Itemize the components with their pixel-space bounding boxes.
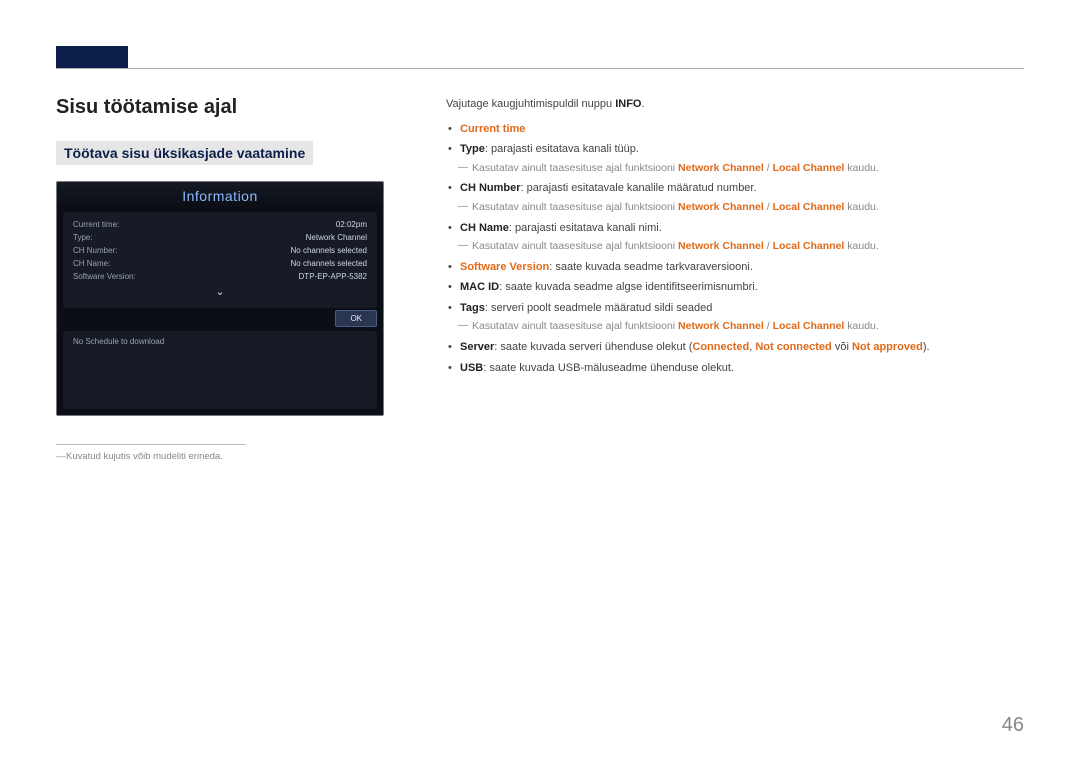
sub-orange: Network Channel: [678, 201, 764, 213]
device-schedule-area: No Schedule to download: [63, 331, 377, 409]
info-value: 02:02pm: [336, 220, 367, 229]
intro-paragraph: Vajutage kaugjuhtimispuldil nuppu INFO.: [446, 96, 1024, 113]
info-label: Software Version:: [73, 272, 136, 281]
device-title: Information: [57, 182, 383, 208]
info-row: CH Number: No channels selected: [73, 244, 367, 257]
intro-post: .: [641, 98, 644, 110]
item-lead: Tags: [460, 302, 485, 314]
footnote-text: Kuvatud kujutis võib mudeliti erineda.: [66, 451, 223, 462]
list-item: Server: saate kuvada serveri ühenduse ol…: [446, 339, 1024, 356]
ok-button[interactable]: OK: [335, 310, 377, 327]
sub-orange: Local Channel: [773, 240, 845, 252]
item-subnote: Kasutatav ainult taasesituse ajal funkts…: [460, 200, 1024, 216]
info-label: CH Name:: [73, 259, 110, 268]
item-lead: Software Version: [460, 261, 549, 273]
item-rest: : parajasti esitatava kanali nimi.: [509, 222, 662, 234]
info-value: Network Channel: [306, 233, 367, 242]
sub-pre: Kasutatav ainult taasesituse ajal funkts…: [472, 162, 678, 174]
footnote: ―Kuvatud kujutis võib mudeliti erineda.: [56, 451, 386, 462]
item-rest: : parajasti esitatava kanali tüüp.: [485, 143, 639, 155]
info-label: Current time:: [73, 220, 119, 229]
sub-orange: Network Channel: [678, 162, 764, 174]
intro-pre: Vajutage kaugjuhtimispuldil nuppu: [446, 98, 615, 110]
item-rest: : saate kuvada seadme tarkvaraversiooni.: [549, 261, 753, 273]
item-subnote: Kasutatav ainult taasesituse ajal funkts…: [460, 239, 1024, 255]
info-row: CH Name: No channels selected: [73, 257, 367, 270]
item-rest: : saate kuvada seadme algse identifitsee…: [499, 281, 758, 293]
decorative-corner-block: [56, 46, 128, 68]
sub-orange: Local Channel: [773, 201, 845, 213]
item-lead: Current time: [460, 123, 525, 135]
sub-post: kaudu.: [844, 201, 878, 213]
info-row: Type: Network Channel: [73, 231, 367, 244]
item-rest-pre: : saate kuvada serveri ühenduse olekut (: [494, 341, 692, 353]
info-value: DTP-EP-APP-5382: [299, 272, 367, 281]
item-subnote: Kasutatav ainult taasesituse ajal funkts…: [460, 319, 1024, 335]
sub-post: kaudu.: [844, 162, 878, 174]
inline-orange: Connected: [692, 341, 749, 353]
list-item: MAC ID: saate kuvada seadme algse identi…: [446, 279, 1024, 296]
sub-orange: Network Channel: [678, 240, 764, 252]
top-horizontal-rule: [56, 68, 1024, 69]
item-rest: : serveri poolt seadmele määratud sildi …: [485, 302, 712, 314]
item-rest: : saate kuvada USB-mäluseadme ühenduse o…: [483, 362, 734, 374]
inline-orange: Not connected: [755, 341, 831, 353]
list-item: Type: parajasti esitatava kanali tüüp. K…: [446, 141, 1024, 176]
list-item: USB: saate kuvada USB-mäluseadme ühendus…: [446, 360, 1024, 377]
item-lead: Server: [460, 341, 494, 353]
sub-pre: Kasutatav ainult taasesituse ajal funkts…: [472, 240, 678, 252]
list-item: CH Name: parajasti esitatava kanali nimi…: [446, 220, 1024, 255]
item-rest-post: ).: [923, 341, 930, 353]
sub-pre: Kasutatav ainult taasesituse ajal funkts…: [472, 320, 678, 332]
item-subnote: Kasutatav ainult taasesituse ajal funkts…: [460, 161, 1024, 177]
page-number: 46: [1002, 714, 1024, 737]
item-lead: CH Number: [460, 182, 521, 194]
item-lead: MAC ID: [460, 281, 499, 293]
section-heading: Töötava sisu üksikasjade vaatamine: [56, 141, 313, 165]
sub-post: kaudu.: [844, 320, 878, 332]
list-item: Tags: serveri poolt seadmele määratud si…: [446, 300, 1024, 335]
feature-list: Current time Type: parajasti esitatava k…: [446, 121, 1024, 377]
sub-post: kaudu.: [844, 240, 878, 252]
list-item: CH Number: parajasti esitatavale kanalil…: [446, 180, 1024, 215]
info-label: Type:: [73, 233, 93, 242]
intro-bold: INFO: [615, 98, 641, 110]
info-value: No channels selected: [291, 259, 368, 268]
inline-orange: Not approved: [852, 341, 923, 353]
sub-orange: Network Channel: [678, 320, 764, 332]
item-lead: Type: [460, 143, 485, 155]
item-lead: USB: [460, 362, 483, 374]
list-item: Current time: [446, 121, 1024, 138]
sub-orange: Local Channel: [773, 320, 845, 332]
item-rest: : parajasti esitatavale kanalile määratu…: [521, 182, 757, 194]
sub-mid: /: [764, 320, 773, 332]
info-row: Software Version: DTP-EP-APP-5382: [73, 270, 367, 283]
info-label: CH Number:: [73, 246, 117, 255]
sub-mid: /: [764, 162, 773, 174]
sub-mid: /: [764, 240, 773, 252]
footnote-rule: [56, 444, 246, 445]
schedule-text: No Schedule to download: [73, 337, 164, 346]
inline-sep: või: [832, 341, 852, 353]
info-row: Current time: 02:02pm: [73, 218, 367, 231]
sub-orange: Local Channel: [773, 162, 845, 174]
info-value: No channels selected: [291, 246, 368, 255]
list-item: Software Version: saate kuvada seadme ta…: [446, 259, 1024, 276]
device-info-grid: Current time: 02:02pm Type: Network Chan…: [63, 212, 377, 308]
page-heading: Sisu töötamise ajal: [56, 96, 386, 119]
device-screenshot: Information Current time: 02:02pm Type: …: [56, 181, 384, 416]
sub-mid: /: [764, 201, 773, 213]
sub-pre: Kasutatav ainult taasesituse ajal funkts…: [472, 201, 678, 213]
item-lead: CH Name: [460, 222, 509, 234]
chevron-down-icon: ⌄: [73, 283, 367, 298]
